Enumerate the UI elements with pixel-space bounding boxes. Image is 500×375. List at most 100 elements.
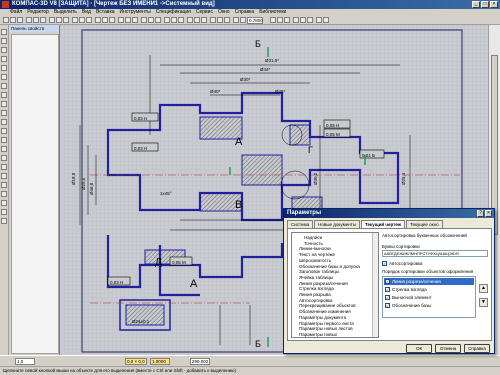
menu-item[interactable]: Сервис [196,9,213,16]
toolbar-button-icon[interactable] [3,17,9,23]
compact-toolbar-icon[interactable] [1,191,7,197]
tree-item[interactable]: Параметры новых листов [299,326,353,331]
compact-toolbar-icon[interactable] [1,209,7,215]
step-field[interactable]: 1.0000 [150,358,170,365]
sort-order-item[interactable]: ✓ Линия разреза/сечения [384,278,474,285]
dialog-close-button[interactable]: × [485,210,492,217]
toolbar-button-icon[interactable] [10,17,16,23]
toolbar-button-icon[interactable] [224,17,230,23]
compact-toolbar-icon[interactable] [1,137,7,143]
tree-item[interactable]: Стрелка взгляда [299,286,334,291]
dialog-tab[interactable]: Система [287,220,314,228]
toolbar-button-icon[interactable] [323,17,329,23]
settings-tree[interactable]: Надписи Точность Линии-выноски Текст на чер… [291,232,379,338]
menu-item[interactable]: Справка [235,9,255,16]
dialog-tab[interactable]: Текущий чертеж [360,220,405,228]
move-down-button[interactable]: ▼ [479,298,488,307]
toolbar-button-icon[interactable] [210,17,216,23]
menu-item[interactable]: Инструменты [120,9,151,16]
toolbar-button-icon[interactable] [240,17,246,23]
toolbar-button-icon[interactable] [63,17,69,23]
zoom-field[interactable]: 0.7800 [247,17,263,24]
sort-letters-field[interactable]: АБВГДЕЖИКЛМНПРСТУФХЦЧШЩЭЮЯ [382,250,488,257]
toolbar-button-icon[interactable] [118,17,124,23]
toolbar-button-icon[interactable] [33,17,39,23]
maximize-button[interactable]: □ [481,1,489,8]
tree-item[interactable]: Шероховатость [299,258,331,263]
close-button[interactable]: × [490,1,498,8]
toolbar-button-icon[interactable] [79,17,85,23]
compact-toolbar-icon[interactable] [1,218,7,224]
tree-item[interactable]: Параметры новых [299,332,337,337]
compact-toolbar-icon[interactable] [1,110,7,116]
compact-toolbar-icon[interactable] [1,92,7,98]
ok-button[interactable]: ОК [406,344,432,353]
sort-order-checkbox[interactable]: ✓ [385,303,390,308]
toolbar-button-icon[interactable] [171,17,177,23]
cancel-button[interactable]: Отмена [435,344,461,353]
menu-item[interactable]: Спецификация [156,9,191,16]
toolbar-button-icon[interactable] [270,17,276,23]
menu-item[interactable]: Библиотеки [259,9,286,16]
compact-toolbar-icon[interactable] [1,56,7,62]
menu-item[interactable]: Вид [82,9,91,16]
sort-order-item[interactable]: ✓ Обозначение базы [384,302,474,309]
toolbar-button-icon[interactable] [194,17,200,23]
toolbar-button-icon[interactable] [293,17,299,23]
menu-item[interactable]: Выделить [54,9,77,16]
tree-item[interactable]: Ячейка таблицы [299,275,333,280]
toolbar-button-icon[interactable] [201,17,207,23]
toolbar-button-icon[interactable] [40,17,46,23]
toolbar-button-icon[interactable] [72,17,78,23]
toolbar-button-icon[interactable] [49,17,55,23]
toolbar-button-icon[interactable] [109,17,115,23]
compact-toolbar-icon[interactable] [1,101,7,107]
tree-item[interactable]: Автосортировка [299,298,333,303]
move-up-button[interactable]: ▲ [479,284,488,293]
toolbar-button-icon[interactable] [187,17,193,23]
toolbar-button-icon[interactable] [284,17,290,23]
compact-toolbar-icon[interactable] [1,74,7,80]
compact-toolbar-icon[interactable] [1,146,7,152]
toolbar-button-icon[interactable] [148,17,154,23]
sort-order-checkbox[interactable]: ✓ [385,287,390,292]
sort-order-item[interactable]: ✓ Выносной элемент [384,294,474,301]
toolbar-button-icon[interactable] [102,17,108,23]
help-button[interactable]: Справка [464,344,490,353]
toolbar-button-icon[interactable] [86,17,92,23]
compact-toolbar-icon[interactable] [1,173,7,179]
compact-toolbar-icon[interactable] [1,65,7,71]
tree-item[interactable]: Линии-выноски [299,246,331,251]
sort-order-list[interactable]: ✓ Линия разреза/сечения ✓ Стрелка взгляда ✓ В… [382,276,476,318]
sort-order-checkbox[interactable]: ✓ [385,279,390,284]
sort-order-checkbox[interactable]: ✓ [385,295,390,300]
toolbar-button-icon[interactable] [56,17,62,23]
compact-toolbar-icon[interactable] [1,83,7,89]
menu-item[interactable]: Файл [10,9,22,16]
tree-item[interactable]: Параметры первого листа [299,321,354,326]
toolbar-button-icon[interactable] [132,17,138,23]
sort-order-item[interactable]: ✓ Стрелка взгляда [384,286,474,293]
tree-item[interactable]: Текст на чертеже [299,252,335,257]
compact-toolbar-icon[interactable] [1,182,7,188]
tree-item[interactable]: Линия разреза/сечения [299,281,348,286]
toolbar-button-icon[interactable] [217,17,223,23]
dialog-tab[interactable]: Новые документы [314,220,360,228]
tree-item[interactable]: Параметры документа [299,315,346,320]
tree-item[interactable]: Обозначение базы и допуска [299,264,360,269]
tree-item[interactable]: Точность [304,241,323,246]
compact-toolbar-icon[interactable] [1,119,7,125]
toolbar-button-icon[interactable] [300,17,306,23]
minimize-button[interactable]: _ [472,1,480,8]
compact-toolbar-icon[interactable] [1,38,7,44]
compact-toolbar-icon[interactable] [1,164,7,170]
toolbar-button-icon[interactable] [277,17,283,23]
compact-toolbar-icon[interactable] [1,200,7,206]
compact-toolbar-icon[interactable] [1,47,7,53]
toolbar-button-icon[interactable] [95,17,101,23]
compact-toolbar-icon[interactable] [1,29,7,35]
autosort-checkbox[interactable]: ✓ [382,261,387,266]
tree-item[interactable]: Заголовок таблицы [299,269,339,274]
dialog-help-button[interactable]: ? [477,210,484,217]
menu-item[interactable]: Окно [218,9,230,16]
